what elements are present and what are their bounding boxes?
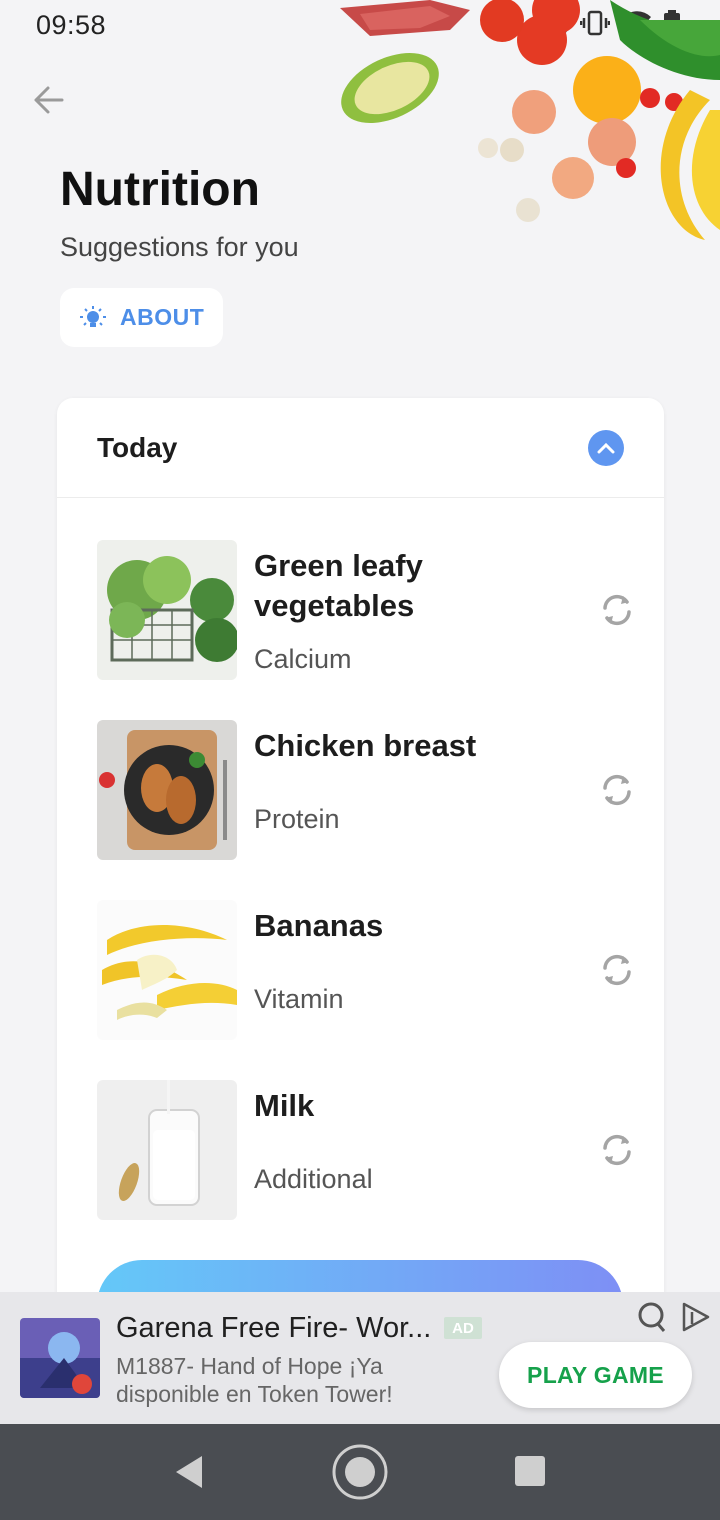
back-arrow-icon[interactable] <box>28 80 68 120</box>
vegetables-image <box>97 540 237 680</box>
today-card: Today Green leafy vegetables Calcium Chi… <box>57 398 664 1338</box>
food-name: Milk <box>254 1088 315 1123</box>
about-button[interactable]: ABOUT <box>60 288 223 347</box>
list-item[interactable]: Green leafy vegetables Calcium <box>97 540 637 680</box>
nav-home-icon[interactable] <box>331 1443 389 1501</box>
produce-illustration <box>340 0 720 240</box>
page-title: Nutrition <box>60 163 260 216</box>
ad-badge: AD <box>444 1317 482 1339</box>
milk-image <box>97 1080 237 1220</box>
food-category: Protein <box>254 804 340 834</box>
list-item[interactable]: Milk Additional <box>97 1080 637 1220</box>
food-name: Bananas <box>254 908 384 943</box>
refresh-icon[interactable] <box>597 1130 637 1170</box>
food-category: Vitamin <box>254 984 344 1014</box>
list-item[interactable]: Chicken breast Protein <box>97 720 637 860</box>
food-category: Additional <box>254 1164 373 1194</box>
card-title: Today <box>97 432 178 463</box>
lightbulb-icon <box>80 305 106 327</box>
page-subtitle: Suggestions for you <box>60 232 299 262</box>
nav-back-icon[interactable] <box>170 1452 210 1492</box>
status-time: 09:58 <box>36 10 107 40</box>
refresh-icon[interactable] <box>597 950 637 990</box>
food-name: Green leafy vegetables <box>254 548 423 623</box>
system-nav-bar <box>0 1424 720 1520</box>
refresh-icon[interactable] <box>597 590 637 630</box>
ad-description: M1887- Hand of Hope ¡Ya disponible en To… <box>116 1353 393 1407</box>
about-label: ABOUT <box>120 304 205 330</box>
collapse-button[interactable] <box>588 430 624 466</box>
ad-choices-icon[interactable] <box>678 1300 712 1334</box>
food-category: Calcium <box>254 644 352 674</box>
food-name: Chicken breast <box>254 728 477 763</box>
bananas-image <box>97 900 237 1040</box>
play-game-button[interactable]: PLAY GAME <box>499 1342 692 1408</box>
refresh-icon[interactable] <box>597 770 637 810</box>
chicken-breast-image <box>97 720 237 860</box>
ad-banner[interactable]: Garena Free Fire- Wor... AD M1887- Hand … <box>0 1292 720 1424</box>
list-item[interactable]: Bananas Vitamin <box>97 900 637 1040</box>
nav-recent-apps-icon[interactable] <box>513 1454 547 1488</box>
card-header[interactable]: Today <box>57 398 664 498</box>
ad-info-icon[interactable] <box>634 1300 668 1334</box>
ad-title: Garena Free Fire- Wor... <box>116 1312 432 1344</box>
game-thumbnail-image <box>20 1318 100 1398</box>
chevron-up-icon <box>597 442 615 454</box>
